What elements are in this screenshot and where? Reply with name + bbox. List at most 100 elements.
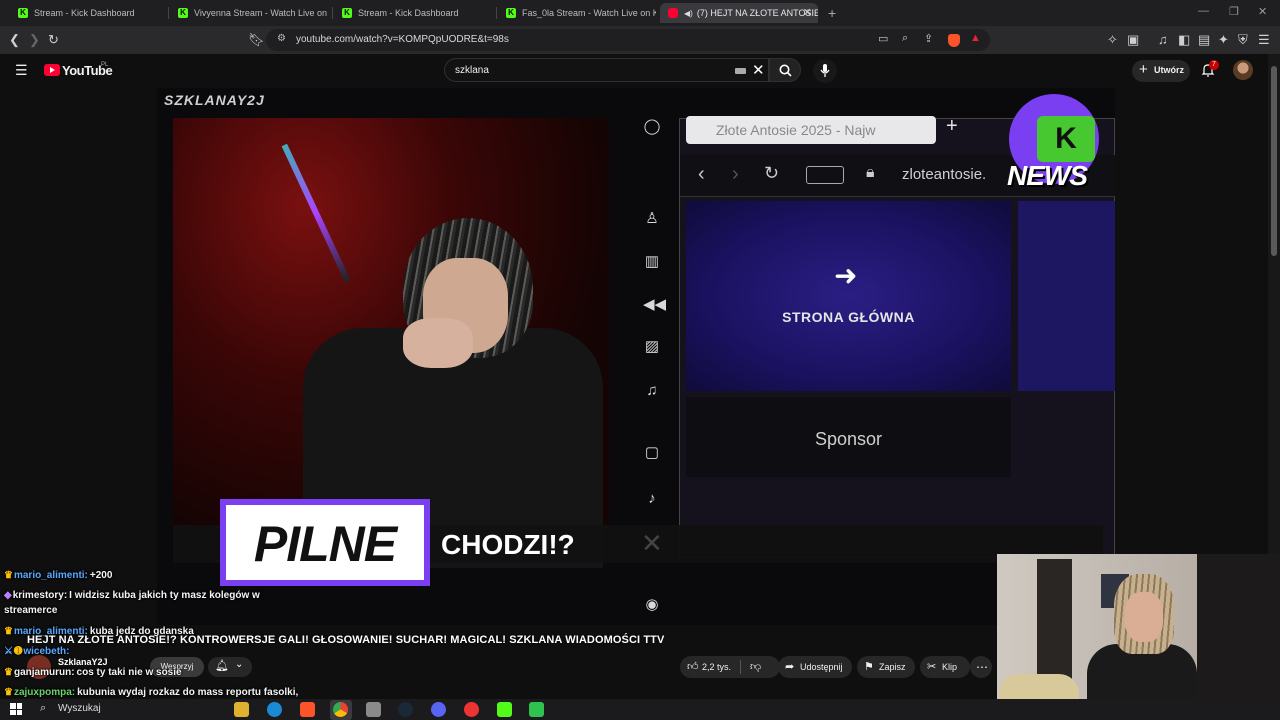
sidebar-icon[interactable]: ◧ <box>1178 32 1190 48</box>
browser-tab-strip: K Stream - Kick Dashboard K Vivyenna Str… <box>0 0 1280 26</box>
keyboard-icon[interactable] <box>735 68 746 74</box>
youtube-logo-icon[interactable] <box>44 64 60 76</box>
chrome-icon[interactable] <box>333 702 348 717</box>
breaking-news-box: PILNE <box>220 499 430 586</box>
voice-search-button[interactable] <box>813 59 837 83</box>
like-divider <box>740 660 741 674</box>
kick-icon: K <box>506 8 516 18</box>
like-button[interactable]: 👍︎ 2,2 tys. 👎︎ <box>680 656 780 678</box>
bookmark-save-icon: ⚑ <box>864 661 874 673</box>
youtube-masthead: ☰ YouTube PL szklana ✕ + Utwórz 7 <box>0 54 1268 88</box>
edge-icon[interactable] <box>267 702 282 717</box>
extensions-icon[interactable]: ✧ <box>1107 32 1118 48</box>
browser-tab-active[interactable]: ◀) (7) HEJT NA ZŁOTE ANTOSIE! ✕ <box>660 3 818 23</box>
forward-icon[interactable]: ❯ <box>29 32 40 48</box>
tab-title: (7) HEJT NA ZŁOTE ANTOSIE! <box>696 8 818 18</box>
chat-username: krimestory: <box>12 590 68 601</box>
clear-search-icon[interactable]: ✕ <box>752 61 765 79</box>
minimize-button[interactable]: — <box>1198 5 1209 17</box>
embedded-tab-title: Złote Antosie 2025 - Najw <box>686 116 936 144</box>
embedded-sponsor-panel: Sponsor <box>686 397 1011 477</box>
browser-tab[interactable]: K Fas_0la Stream - Watch Live on K <box>498 3 656 23</box>
hamburger-menu-icon[interactable]: ☰ <box>15 62 28 79</box>
tab-separator <box>168 7 169 19</box>
brave-icon[interactable] <box>300 702 315 717</box>
zoom-icon[interactable]: ⌕ <box>902 32 908 45</box>
browser-tab[interactable]: K Vivyenna Stream - Watch Live on <box>170 3 328 23</box>
video-player[interactable]: SZKLANAY2J ◯ ♙ ▥ ◀◀ ▨ ♫ ▢ ♪ ◉ Złote Anto… <box>157 88 1115 625</box>
brave-rewards-icon[interactable]: ▲ <box>970 32 981 44</box>
more-actions-button[interactable]: ⋯ <box>970 656 992 678</box>
wallet-icon[interactable]: ▤ <box>1198 32 1210 48</box>
browser-tab[interactable]: K Stream - Kick Dashboard <box>334 3 492 23</box>
create-label: Utwórz <box>1154 65 1184 75</box>
account-avatar[interactable] <box>1233 60 1253 80</box>
menu-icon[interactable]: ☰ <box>1258 32 1270 48</box>
chat-message: ⚔➊wicebeth: <box>4 646 71 657</box>
address-bar[interactable]: ⚙ youtube.com/watch?v=KOMPQpUODRE&t=98s … <box>266 29 990 51</box>
new-tab-button[interactable]: + <box>828 5 836 21</box>
badge-icon: ➊ <box>13 646 23 657</box>
sword-icon: ⚔ <box>4 646 13 657</box>
streamlabs-icon[interactable] <box>529 702 544 717</box>
guitar-decoration <box>281 143 351 283</box>
vpn-icon[interactable]: ⛨ <box>1238 32 1248 48</box>
maximize-button[interactable]: ❐ <box>1229 5 1239 18</box>
taskbar-search-label[interactable]: Wyszukaj <box>58 703 101 714</box>
video-scene <box>173 118 609 568</box>
tab-title: Vivyenna Stream - Watch Live on <box>194 8 328 18</box>
app-icon[interactable] <box>366 702 381 717</box>
steam-icon[interactable] <box>398 702 413 717</box>
clip-button[interactable]: ✂ Klip <box>920 656 970 678</box>
embedded-right-panel <box>1018 201 1115 391</box>
brave-shields-icon[interactable] <box>948 34 960 47</box>
reload-icon[interactable]: ↻ <box>48 32 59 48</box>
leo-ai-icon[interactable]: ✦ <box>1218 32 1229 48</box>
search-text[interactable]: szklana <box>455 65 489 76</box>
streamer-hand <box>403 318 473 368</box>
file-explorer-icon[interactable] <box>234 702 249 717</box>
search-input[interactable]: szklana ✕ <box>444 58 769 82</box>
bookmark-icon[interactable]: 🔖︎ <box>248 32 265 48</box>
search-button[interactable] <box>769 58 801 82</box>
thumbs-down-icon[interactable]: 👎︎ <box>750 660 761 673</box>
embedded-back-icon: ‹ <box>698 163 705 185</box>
media-icon[interactable]: ♫ <box>1158 32 1168 48</box>
embedded-lock-icon: 🔒︎ <box>866 164 875 181</box>
subscription-bell-icon[interactable]: 🔔︎ <box>215 659 229 672</box>
create-button[interactable]: + Utwórz <box>1132 60 1190 82</box>
close-window-button[interactable]: ✕ <box>1258 5 1267 18</box>
screenshot-icon[interactable]: ▣ <box>1127 32 1139 48</box>
discord-icon[interactable] <box>431 702 446 717</box>
chat-message: ♛ganjamurun: cos ty taki nie w sosie <box>4 667 182 678</box>
cast-icon[interactable]: ▭ <box>878 32 888 45</box>
share-page-icon[interactable]: ⇪ <box>924 32 933 45</box>
chevron-down-icon[interactable]: ⌄ <box>235 659 243 670</box>
like-count: 2,2 tys. <box>702 662 732 672</box>
share-button[interactable]: ➦ Udostępnij <box>778 656 852 678</box>
back-icon[interactable]: ❮ <box>9 32 20 48</box>
youtube-icon <box>668 8 678 18</box>
chat-username: zajuxpompa: <box>13 687 76 698</box>
scrollbar-thumb[interactable] <box>1271 66 1277 256</box>
browser-toolbar: ❮ ❯ ↻ 🔖︎ ⚙ youtube.com/watch?v=KOMPQpUOD… <box>0 26 1280 54</box>
windows-start-icon[interactable] <box>10 703 22 715</box>
site-info-icon[interactable]: ⚙ <box>277 33 286 44</box>
chat-message: ♛mario_alimenti: +200 <box>4 570 112 581</box>
obs-icon[interactable] <box>464 702 479 717</box>
tab-title: Stream - Kick Dashboard <box>34 8 135 18</box>
chat-username: wicebeth: <box>23 646 70 657</box>
url-text[interactable]: youtube.com/watch?v=KOMPQpUODRE&t=98s <box>296 34 509 45</box>
close-tab-icon[interactable]: ✕ <box>803 6 812 19</box>
speaker-icon: ◀) <box>684 8 693 18</box>
windows-taskbar: ⌕ Wyszukaj <box>0 699 1280 720</box>
taskbar-search-icon[interactable]: ⌕ <box>40 702 46 715</box>
embedded-home-label: STRONA GŁÓWNA <box>782 309 915 325</box>
embedded-home-panel: ➜ STRONA GŁÓWNA <box>686 201 1011 391</box>
webcam-person-face <box>1125 592 1163 642</box>
browser-tab[interactable]: K Stream - Kick Dashboard <box>10 3 168 23</box>
channel-name[interactable]: SzklanaY2J <box>58 657 108 667</box>
save-button[interactable]: ⚑ Zapisz <box>857 656 915 678</box>
thumbs-up-icon: 👍︎ <box>687 661 699 673</box>
kick-app-icon[interactable] <box>497 702 512 717</box>
